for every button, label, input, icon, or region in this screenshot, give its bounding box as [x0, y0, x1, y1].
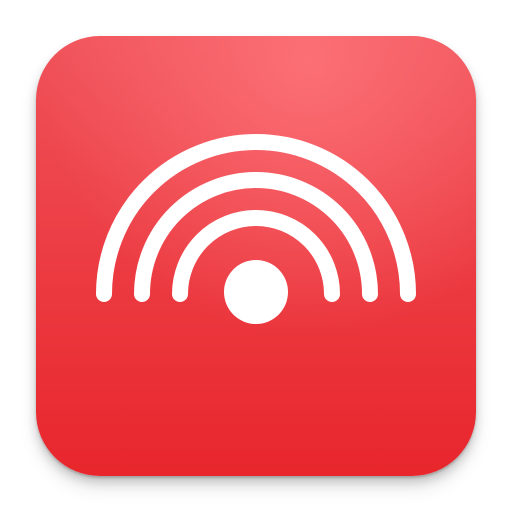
app-icon[interactable]	[36, 36, 476, 476]
canvas	[0, 0, 512, 512]
signal-broadcast-icon	[36, 36, 476, 476]
signal-dot	[224, 260, 288, 324]
